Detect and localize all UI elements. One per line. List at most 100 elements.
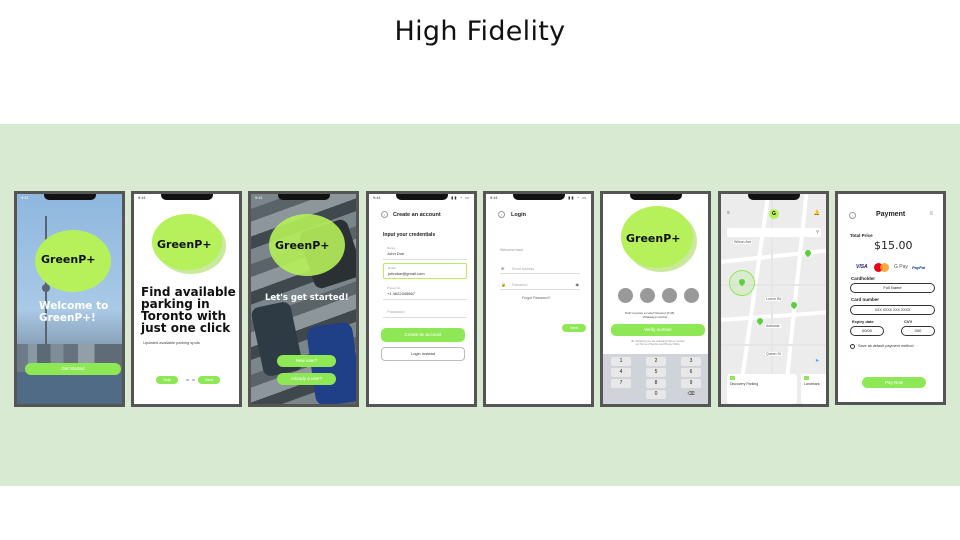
cvv-input[interactable]: 000 xyxy=(901,326,935,336)
screen-get-started: 9:41 GreenP+ Let's get started! New user… xyxy=(248,191,359,407)
screen-payment: ‹ Payment ≡ Total Price $15.00 VISA G Pa… xyxy=(835,191,946,405)
bell-icon[interactable]: 🔔 xyxy=(814,210,820,216)
login-title: Login xyxy=(511,212,526,218)
parking-card[interactable]: Landmark xyxy=(801,374,826,404)
screen-verify: GreenP+ Didn't receive a code? Resend (0… xyxy=(600,191,711,407)
page-dot xyxy=(192,379,195,381)
pay-now-button[interactable]: Pay Now xyxy=(862,377,926,388)
logo: GreenP+ xyxy=(157,238,212,251)
back-arrow-icon[interactable]: ‹ xyxy=(498,211,505,218)
key-3[interactable]: 3 xyxy=(681,357,701,366)
screen-welcome: 9:41 GreenP+ Welcome to GreenP+! Get Sta… xyxy=(14,191,125,407)
page-dot xyxy=(186,379,189,381)
cvv-label: CVV xyxy=(904,319,913,324)
password-input[interactable]: 🔒 Password ◉ xyxy=(500,280,580,290)
screen-login: 9:41 ▮▮ ◔ ▭ ‹ Login Welcome back ✉ Email… xyxy=(483,191,594,407)
search-bar[interactable]: ⚲ xyxy=(727,228,821,237)
key-4[interactable]: 4 xyxy=(611,368,631,377)
new-user-button[interactable]: New user? xyxy=(277,355,336,367)
screen-map: ≡ G 🔔 ⚲ Wilson Ave Lorem Rd Adelaide Que… xyxy=(718,191,829,407)
create-account-title: Create an account xyxy=(393,212,441,218)
key-5[interactable]: 5 xyxy=(646,368,666,377)
key-2[interactable]: 2 xyxy=(646,357,666,366)
status-time: 9:41 xyxy=(21,195,29,200)
code-digit-2[interactable] xyxy=(640,288,655,303)
cardholder-label: Cardholder xyxy=(851,276,876,281)
key-7[interactable]: 7 xyxy=(611,379,631,388)
create-account-button[interactable]: Create an account xyxy=(381,328,465,342)
logo: GreenP+ xyxy=(275,239,330,252)
menu-icon[interactable]: ≡ xyxy=(929,211,933,217)
card-number-label: Card number xyxy=(851,297,880,302)
cardholder-input[interactable]: Full Name xyxy=(850,283,935,293)
gpay-icon[interactable]: G Pay xyxy=(894,264,908,270)
terms-note: By continuing you are indicating that yo… xyxy=(631,340,685,346)
back-arrow-icon[interactable]: ‹ xyxy=(849,212,856,219)
credentials-heading: Input your credentials xyxy=(383,232,436,238)
key-9[interactable]: 9 xyxy=(681,379,701,388)
status-time: 9:41 xyxy=(255,195,263,200)
phone-field[interactable]: Phone No. +1 4622345667 xyxy=(383,284,467,300)
key-1[interactable]: 1 xyxy=(611,357,631,366)
email-field[interactable]: Email johndoe@gmail.com xyxy=(383,263,467,279)
visa-icon[interactable]: VISA xyxy=(856,264,868,270)
status-time: 9:41 xyxy=(490,195,498,200)
menu-icon[interactable]: ≡ xyxy=(727,210,730,216)
status-icons: ▮▮ ◔ ▭ xyxy=(451,195,470,200)
password-field[interactable]: Password xyxy=(383,302,467,318)
expiry-label: Expiry date xyxy=(852,319,874,324)
status-icons: ▮▮ ◔ ▭ xyxy=(568,195,587,200)
code-digit-4[interactable] xyxy=(684,288,699,303)
name-field[interactable]: Name John Doe xyxy=(383,244,467,260)
next-button[interactable]: Next xyxy=(198,376,220,384)
back-arrow-icon[interactable]: ‹ xyxy=(381,211,388,218)
welcome-text: Welcome to GreenP+! xyxy=(39,300,109,324)
paypal-icon[interactable]: PayPal xyxy=(912,265,925,270)
backspace-key[interactable]: ⌫ xyxy=(681,390,701,399)
already-user-button[interactable]: Already a user? xyxy=(277,373,336,385)
payment-title: Payment xyxy=(876,211,906,218)
status-time: 9:41 xyxy=(373,195,381,200)
screen-create-account: 9:41 ▮▮ ◔ ▭ ‹ Create an account Input yo… xyxy=(366,191,477,407)
login-instead-button[interactable]: Login Instead xyxy=(381,347,465,361)
key-8[interactable]: 8 xyxy=(646,379,666,388)
code-digit-1[interactable] xyxy=(618,288,633,303)
code-digit-3[interactable] xyxy=(662,288,677,303)
save-default-radio[interactable] xyxy=(850,344,855,349)
numeric-keypad: 1 2 3 4 5 6 7 8 9 0 ⌫ xyxy=(603,354,708,407)
email-input[interactable]: ✉ Email address xyxy=(500,264,580,274)
mastercard-icon[interactable] xyxy=(874,263,890,272)
parking-card[interactable]: Discovery Parking xyxy=(727,374,797,404)
search-icon: ⚲ xyxy=(816,229,819,234)
get-started-button[interactable]: Get Started xyxy=(25,363,121,375)
expiry-input[interactable]: 00/00 xyxy=(850,326,884,336)
save-default-label: Save as default payment method xyxy=(858,344,914,348)
key-0[interactable]: 0 xyxy=(646,390,666,399)
verify-number-button[interactable]: Verify number xyxy=(611,324,705,336)
home-indicator xyxy=(641,405,671,407)
app-logo-icon: G xyxy=(769,209,779,219)
onboarding-headline: Find available parking in Toronto with j… xyxy=(141,285,236,335)
eye-icon[interactable]: ◉ xyxy=(576,282,580,287)
status-time: 9:41 xyxy=(138,195,146,200)
logo: GreenP+ xyxy=(626,232,681,245)
slide: High Fidelity 9:41 GreenP+ Welcome to Gr… xyxy=(0,0,960,540)
skip-button[interactable]: Skip xyxy=(156,376,178,384)
next-button[interactable]: Next xyxy=(562,324,586,332)
forgot-password-link[interactable]: Forgot Password? xyxy=(522,296,550,300)
screen-onboarding: 9:41 GreenP+ Find available parking in T… xyxy=(131,191,242,407)
onboarding-subtext: Updated available parking spots xyxy=(143,340,200,345)
lake xyxy=(17,372,122,404)
total-price-value: $15.00 xyxy=(874,239,913,252)
slide-title: High Fidelity xyxy=(394,16,566,47)
welcome-back-text: Welcome back xyxy=(500,248,523,252)
key-6[interactable]: 6 xyxy=(681,368,701,377)
get-started-title: Let's get started! xyxy=(265,293,349,303)
logo: GreenP+ xyxy=(41,253,96,266)
total-price-label: Total Price xyxy=(850,233,873,238)
whatsapp-text: Whatsapp number xyxy=(643,315,668,319)
navigate-icon[interactable]: ➤ xyxy=(815,358,819,364)
card-number-input[interactable]: XXX XXXX XXX XXXX xyxy=(850,305,935,315)
mail-icon: ✉ xyxy=(501,266,505,271)
lock-icon: 🔒 xyxy=(501,282,506,287)
